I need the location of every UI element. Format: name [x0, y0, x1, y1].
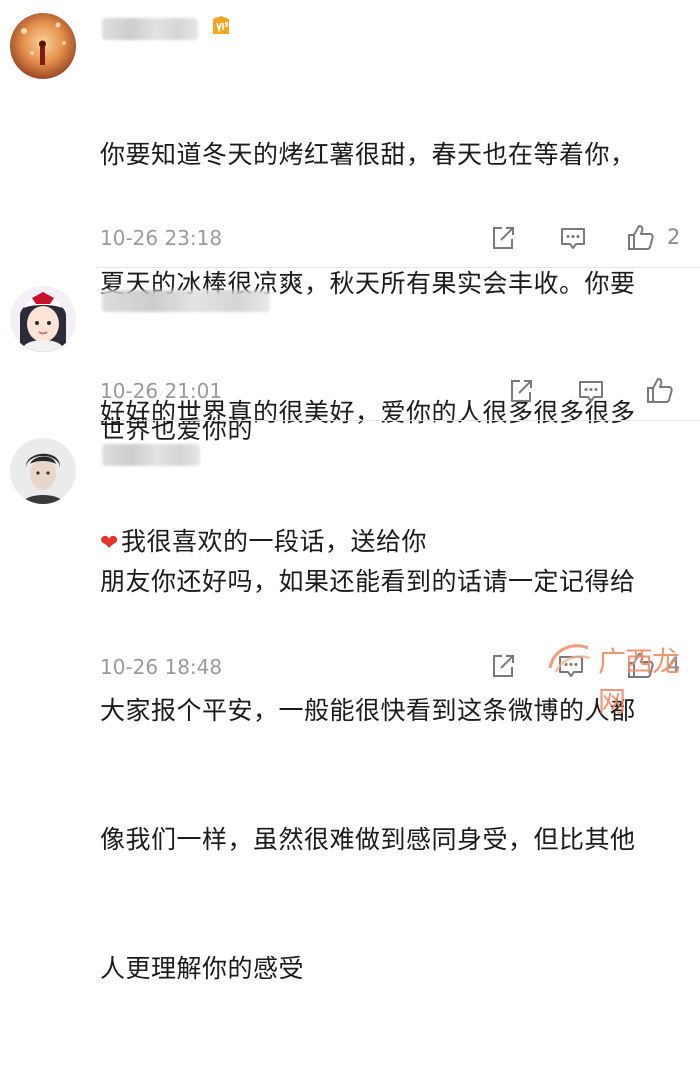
share-icon[interactable] — [506, 376, 536, 406]
comment-text-line: 人更理解你的感受 — [100, 954, 305, 983]
divider — [96, 267, 700, 268]
comment-2: 世界也爱你的 10-26 21:01 — [0, 270, 700, 444]
avatar[interactable] — [10, 13, 76, 79]
avatar-image — [10, 438, 76, 504]
username-blurred[interactable] — [102, 290, 270, 312]
comment-icon[interactable] — [576, 376, 606, 406]
comment-1: 你要知道冬天的烤红薯很甜，春天也在等着你， 夏天的冰棒很凉爽，秋天所有果实会丰收… — [0, 0, 700, 556]
thumbs-up-icon[interactable] — [626, 223, 656, 253]
divider — [96, 420, 700, 421]
avatar-image — [10, 13, 76, 79]
comment-text-line: 你要知道冬天的烤红薯很甜，春天也在等着你， — [100, 140, 636, 169]
comment-text: 朋友你还好吗，如果还能看到的话请一定记得给 大家报个平安，一般能很快看到这条微博… — [100, 474, 676, 1076]
comment-text-line: 大家报个平安，一般能很快看到这条微博的人都 — [100, 696, 636, 725]
like-count: 2 — [667, 225, 681, 249]
comment-icon[interactable] — [558, 223, 588, 253]
avatar-image — [10, 286, 76, 352]
watermark-text: 广西龙网 — [598, 645, 680, 718]
vip-badge-icon — [210, 14, 232, 38]
action-bar — [0, 376, 700, 408]
watermark-logo: 广西龙网 — [544, 638, 694, 718]
share-icon[interactable] — [488, 651, 518, 681]
username-blurred[interactable] — [102, 444, 200, 466]
comment-text-line: 像我们一样，虽然很难做到感同身受，但比其他 — [100, 825, 636, 854]
watermark-emblem-icon — [548, 644, 591, 673]
thumbs-up-icon[interactable] — [645, 376, 675, 406]
avatar[interactable] — [10, 286, 76, 352]
share-icon[interactable] — [488, 223, 518, 253]
username-blurred[interactable] — [102, 18, 198, 40]
avatar[interactable] — [10, 438, 76, 504]
action-bar: 2 — [0, 223, 700, 255]
comment-text-line: 朋友你还好吗，如果还能看到的话请一定记得给 — [100, 567, 636, 596]
